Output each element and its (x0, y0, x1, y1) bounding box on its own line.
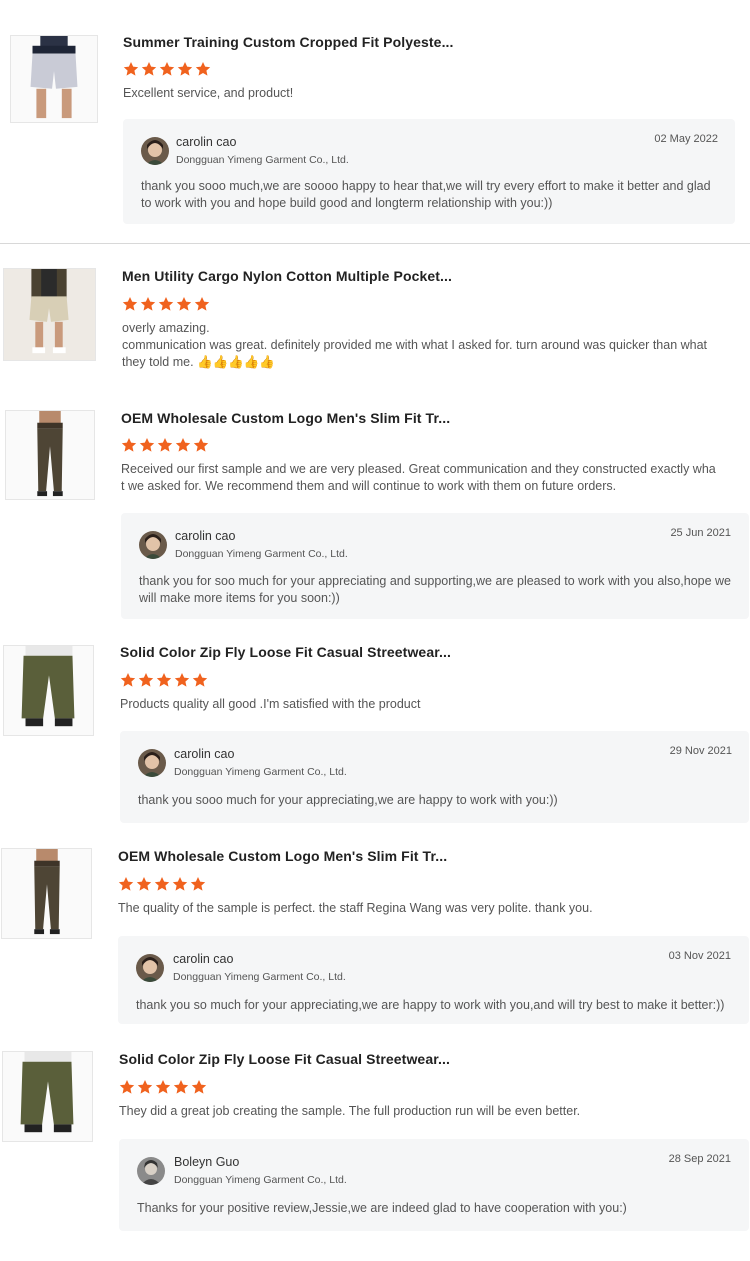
divider (0, 243, 750, 244)
reply-date: 02 May 2022 (654, 133, 718, 145)
star-icon (140, 297, 156, 311)
reply-date: 29 Nov 2021 (669, 745, 732, 757)
reply-text: thank you so much for your appreciating,… (136, 998, 725, 1012)
star-icon (193, 438, 209, 452)
slim-pants-image (2, 849, 91, 938)
avatar (136, 954, 164, 982)
review-text: overly amazing. communication was great.… (122, 321, 708, 369)
star-icon (138, 673, 154, 687)
supplier-reply: carolin cao Dongguan Yimeng Garment Co.,… (121, 513, 749, 619)
review-text: They did a great job creating the sample… (119, 1104, 581, 1118)
rating-stars (122, 296, 210, 312)
star-icon (121, 438, 137, 452)
star-icon (139, 438, 155, 452)
product-thumbnail[interactable] (1, 848, 92, 939)
star-icon (154, 877, 170, 891)
review-text: Excellent service, and product! (123, 86, 294, 100)
product-thumbnail[interactable] (2, 1051, 93, 1142)
star-icon (159, 62, 175, 76)
replier-name: carolin cao (176, 135, 237, 149)
star-icon (118, 877, 134, 891)
replier-company: Dongguan Yimeng Garment Co., Ltd. (174, 1174, 347, 1186)
replier-name: carolin cao (173, 952, 234, 966)
avatar (141, 137, 169, 165)
product-title[interactable]: OEM Wholesale Custom Logo Men's Slim Fit… (118, 848, 447, 864)
reply-date: 03 Nov 2021 (668, 950, 731, 962)
supplier-reply: carolin cao Dongguan Yimeng Garment Co.,… (123, 119, 735, 224)
replier-company: Dongguan Yimeng Garment Co., Ltd. (176, 154, 349, 166)
star-icon (172, 877, 188, 891)
rating-stars (120, 672, 208, 688)
star-icon (194, 297, 210, 311)
replier-company: Dongguan Yimeng Garment Co., Ltd. (174, 766, 347, 778)
star-icon (155, 1080, 171, 1094)
replier-name: Boleyn Guo (174, 1155, 240, 1169)
star-icon (157, 438, 173, 452)
star-icon (122, 297, 138, 311)
replier-name: carolin cao (175, 529, 236, 543)
reply-date: 25 Jun 2021 (670, 527, 731, 539)
reply-text: thank you for soo much for your apprecia… (139, 574, 732, 605)
star-icon (175, 438, 191, 452)
product-title[interactable]: Summer Training Custom Cropped Fit Polye… (123, 34, 454, 50)
reply-text: thank you sooo much,we are soooo happy t… (141, 179, 711, 210)
loose-pants-image (4, 646, 93, 735)
star-icon (137, 1080, 153, 1094)
star-icon (136, 877, 152, 891)
loose-pants-image (3, 1052, 92, 1141)
product-thumbnail[interactable] (3, 268, 96, 361)
star-icon (173, 1080, 189, 1094)
product-thumbnail[interactable] (5, 410, 95, 500)
star-icon (119, 1080, 135, 1094)
review-text: The quality of the sample is perfect. th… (118, 901, 593, 915)
supplier-reply: Boleyn Guo Dongguan Yimeng Garment Co., … (119, 1139, 749, 1231)
product-title[interactable]: Solid Color Zip Fly Loose Fit Casual Str… (120, 644, 451, 660)
review-text: Received our first sample and we are ver… (121, 462, 716, 493)
replier-name: carolin cao (174, 747, 235, 761)
rating-stars (123, 61, 211, 77)
star-icon (174, 673, 190, 687)
star-icon (158, 297, 174, 311)
star-icon (176, 297, 192, 311)
cargo-shorts-image (4, 269, 95, 360)
product-thumbnail[interactable] (10, 35, 98, 123)
avatar (137, 1157, 165, 1185)
avatar (138, 749, 166, 777)
rating-stars (118, 876, 206, 892)
slim-pants-image (6, 411, 94, 499)
star-icon (190, 877, 206, 891)
product-title[interactable]: Men Utility Cargo Nylon Cotton Multiple … (122, 268, 452, 284)
product-title[interactable]: Solid Color Zip Fly Loose Fit Casual Str… (119, 1051, 450, 1067)
star-icon (177, 62, 193, 76)
star-icon (141, 62, 157, 76)
rating-stars (119, 1079, 207, 1095)
reply-date: 28 Sep 2021 (668, 1153, 731, 1165)
replier-company: Dongguan Yimeng Garment Co., Ltd. (175, 548, 348, 560)
star-icon (192, 673, 208, 687)
product-title[interactable]: OEM Wholesale Custom Logo Men's Slim Fit… (121, 410, 450, 426)
shorts-image (11, 36, 97, 122)
star-icon (195, 62, 211, 76)
avatar (139, 531, 167, 559)
star-icon (123, 62, 139, 76)
star-icon (191, 1080, 207, 1094)
reply-text: Thanks for your positive review,Jessie,w… (137, 1201, 627, 1215)
supplier-reply: carolin cao Dongguan Yimeng Garment Co.,… (120, 731, 749, 823)
supplier-reply: carolin cao Dongguan Yimeng Garment Co.,… (118, 936, 749, 1024)
reply-text: thank you sooo much for your appreciatin… (138, 793, 558, 807)
star-icon (120, 673, 136, 687)
star-icon (156, 673, 172, 687)
rating-stars (121, 437, 209, 453)
product-thumbnail[interactable] (3, 645, 94, 736)
review-text: Products quality all good .I'm satisfied… (120, 697, 421, 711)
replier-company: Dongguan Yimeng Garment Co., Ltd. (173, 971, 346, 983)
